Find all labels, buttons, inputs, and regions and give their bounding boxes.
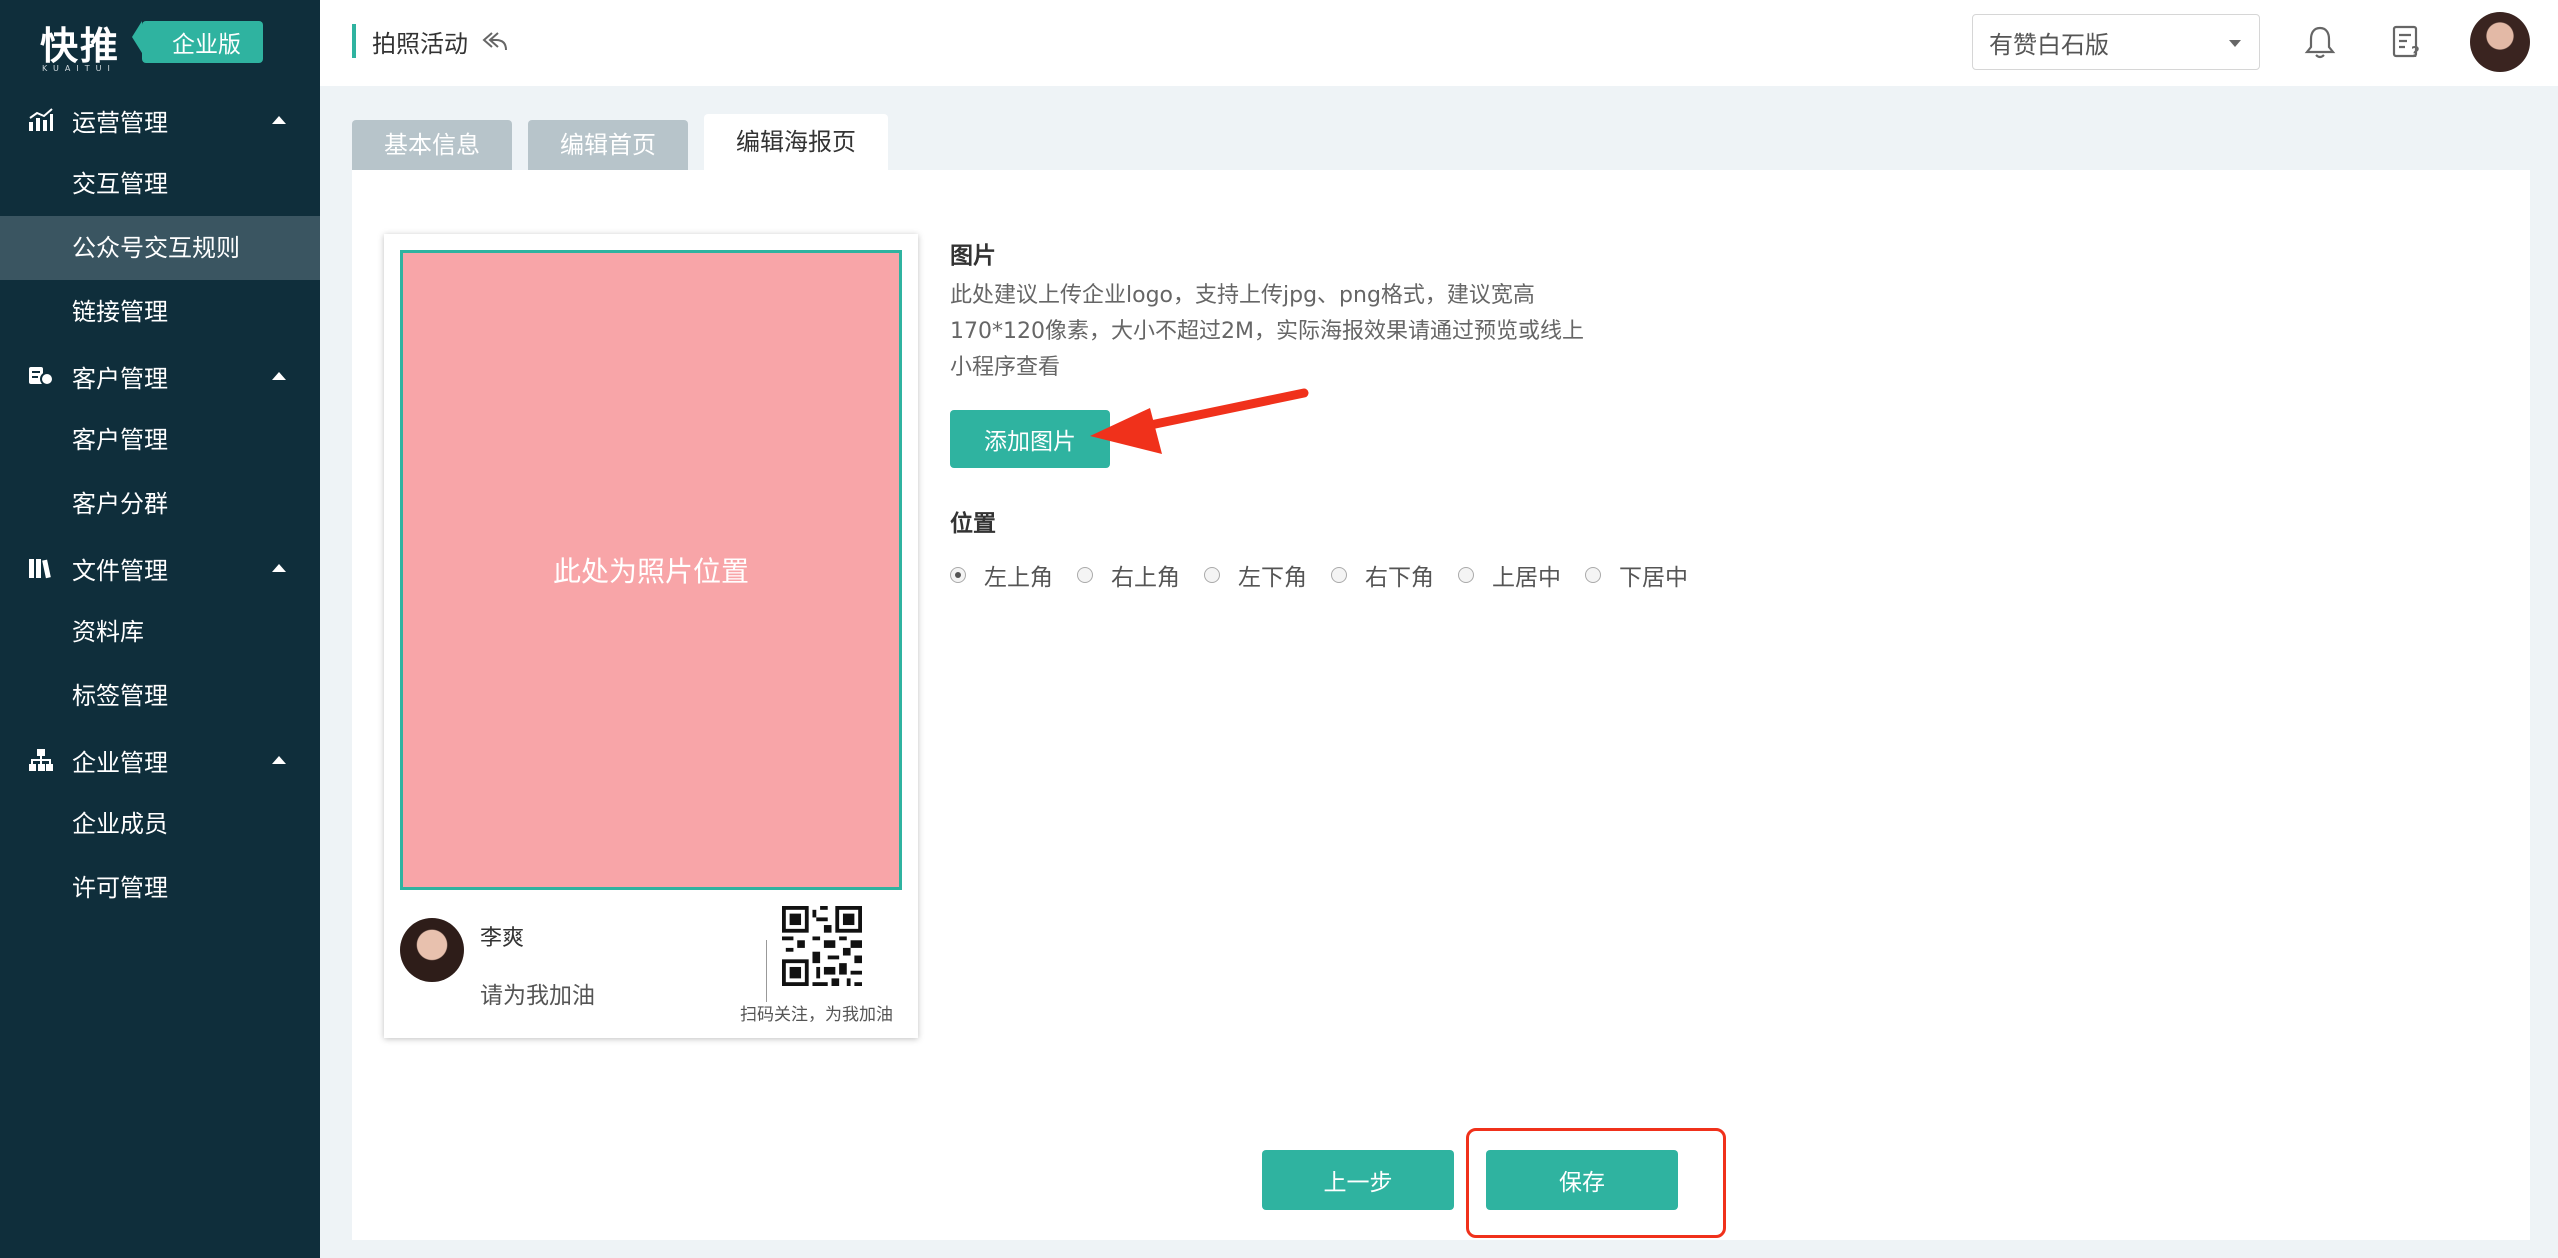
radio-dot xyxy=(1077,567,1093,583)
chevron-down-icon xyxy=(2229,40,2241,47)
user-avatar[interactable] xyxy=(2470,12,2530,72)
sidebar: 快推 KUAITUI 企业版 运营管理 交互管理 公众号交互规则 链接管理 客户… xyxy=(0,0,320,1258)
caret-up-icon xyxy=(272,116,286,124)
radio-label: 左下角 xyxy=(1238,565,1307,591)
caret-up-icon xyxy=(272,372,286,380)
logo-text: 快推 xyxy=(40,23,121,68)
sidebar-item-links[interactable]: 链接管理 xyxy=(0,280,320,344)
poster-slogan: 请为我加油 xyxy=(480,983,595,1009)
poster-user-name: 李爽 xyxy=(480,926,525,951)
radio-label: 左上角 xyxy=(984,565,1053,591)
prev-step-button[interactable]: 上一步 xyxy=(1262,1150,1454,1210)
top-header: 拍照活动 有赞白石版 ? xyxy=(320,0,2558,86)
sidebar-item-members[interactable]: 企业成员 xyxy=(0,792,320,856)
sidebar-item-wechat-rules[interactable]: 公众号交互规则 xyxy=(0,216,320,280)
help-document-icon[interactable]: ? xyxy=(2386,20,2430,64)
back-icon[interactable] xyxy=(482,30,508,52)
radio-bottom-left[interactable]: 左下角 xyxy=(1204,558,1307,592)
sidebar-group-label: 文件管理 xyxy=(72,556,168,585)
radio-label: 右上角 xyxy=(1111,565,1180,591)
sidebar-group-operations[interactable]: 运营管理 xyxy=(0,88,320,152)
caret-up-icon xyxy=(272,564,286,572)
poster-divider xyxy=(766,940,767,1002)
sidebar-group-label: 运营管理 xyxy=(72,108,168,137)
sidebar-group-label: 企业管理 xyxy=(72,748,168,777)
annotation-arrow-icon xyxy=(1090,388,1309,454)
tab-edit-poster[interactable]: 编辑海报页 xyxy=(704,114,888,170)
tab-basic-info[interactable]: 基本信息 xyxy=(352,120,512,170)
photo-placeholder[interactable]: 此处为照片位置 xyxy=(400,250,902,890)
sidebar-item-customer-segments[interactable]: 客户分群 xyxy=(0,472,320,536)
books-icon xyxy=(26,553,56,583)
radio-label: 右下角 xyxy=(1365,565,1434,591)
org-chart-icon xyxy=(26,745,56,775)
radio-dot xyxy=(1331,567,1347,583)
sidebar-item-customer-list[interactable]: 客户管理 xyxy=(0,408,320,472)
sidebar-group-customers[interactable]: 客户管理 xyxy=(0,344,320,408)
breadcrumb: 拍照活动 xyxy=(352,24,508,58)
sidebar-group-label: 客户管理 xyxy=(72,364,168,393)
save-highlight-box xyxy=(1466,1128,1726,1238)
sidebar-group-files[interactable]: 文件管理 xyxy=(0,536,320,600)
logo[interactable]: 快推 KUAITUI 企业版 xyxy=(40,14,264,73)
radio-dot xyxy=(1204,567,1220,583)
radio-top-left[interactable]: 左上角 xyxy=(950,558,1053,592)
add-image-button[interactable]: 添加图片 xyxy=(950,410,1110,468)
radio-label: 下居中 xyxy=(1619,565,1688,591)
sidebar-item-interaction[interactable]: 交互管理 xyxy=(0,152,320,216)
radio-label: 上居中 xyxy=(1492,565,1561,591)
qr-caption: 扫码关注，为我加油 xyxy=(740,1005,893,1025)
sidebar-item-library[interactable]: 资料库 xyxy=(0,600,320,664)
sidebar-nav: 运营管理 交互管理 公众号交互规则 链接管理 客户管理 客户管理 客户分群 文件… xyxy=(0,88,320,920)
chart-icon xyxy=(26,105,56,135)
svg-text:?: ? xyxy=(2411,43,2420,60)
radio-dot xyxy=(950,567,966,583)
bell-icon[interactable] xyxy=(2298,20,2342,64)
sidebar-item-licenses[interactable]: 许可管理 xyxy=(0,856,320,920)
position-radio-group: 左上角 右上角 左下角 右下角 上居中 下居中 xyxy=(950,558,1712,592)
shop-select[interactable]: 有赞白石版 xyxy=(1972,14,2260,70)
tab-bar: 基本信息 编辑首页 编辑海报页 xyxy=(352,114,904,170)
position-label: 位置 xyxy=(950,511,996,537)
poster-avatar xyxy=(400,918,464,982)
radio-bottom-center[interactable]: 下居中 xyxy=(1585,558,1688,592)
photo-placeholder-text: 此处为照片位置 xyxy=(552,555,749,588)
shop-select-value: 有赞白石版 xyxy=(1989,30,2109,59)
poster-settings-form: 图片 此处建议上传企业logo，支持上传jpg、png格式，建议宽高170*12… xyxy=(950,236,1688,591)
radio-top-center[interactable]: 上居中 xyxy=(1458,558,1561,592)
breadcrumb-title: 拍照活动 xyxy=(372,29,468,58)
radio-dot xyxy=(1585,567,1601,583)
customer-icon xyxy=(26,361,56,391)
radio-top-right[interactable]: 右上角 xyxy=(1077,558,1180,592)
edition-badge: 企业版 xyxy=(132,21,264,63)
radio-dot xyxy=(1458,567,1474,583)
sidebar-item-tags[interactable]: 标签管理 xyxy=(0,664,320,728)
qr-code-icon xyxy=(782,906,862,986)
radio-bottom-right[interactable]: 右下角 xyxy=(1331,558,1434,592)
poster-preview: 此处为照片位置 李爽 请为我加油 扫码关注，为我加油 xyxy=(384,234,918,1038)
image-label: 图片 xyxy=(950,243,996,269)
logo-subtitle: KUAITUI xyxy=(42,64,116,73)
caret-up-icon xyxy=(272,756,286,764)
tab-edit-home[interactable]: 编辑首页 xyxy=(528,120,688,170)
image-description: 此处建议上传企业logo，支持上传jpg、png格式，建议宽高170*120像素… xyxy=(950,283,1584,380)
sidebar-group-enterprise[interactable]: 企业管理 xyxy=(0,728,320,792)
